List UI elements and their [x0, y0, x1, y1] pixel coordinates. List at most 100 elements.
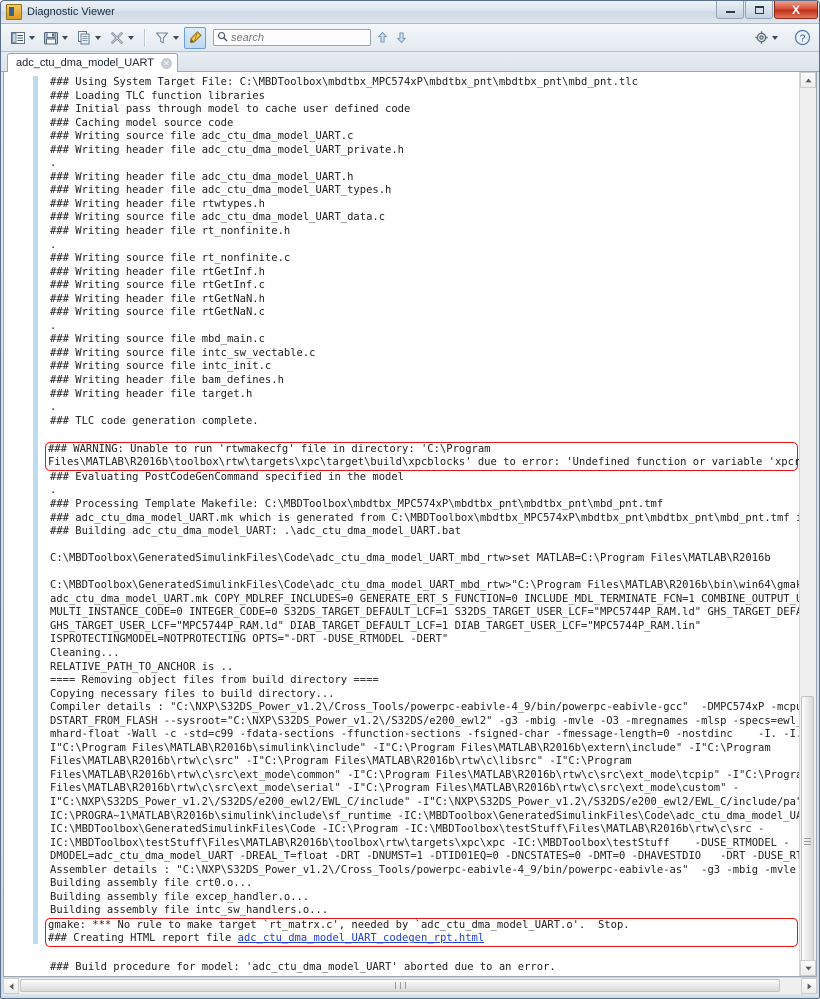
scroll-left-button[interactable] — [3, 978, 19, 994]
log-line: ### adc_ctu_dma_model_UART.mk which is g… — [50, 511, 799, 524]
vertical-scrollbar[interactable] — [799, 72, 816, 976]
log-line: ### Writing header file rt_nonfinite.h — [50, 225, 291, 238]
log-scroll-area[interactable]: ### Using System Target File: C:\MBDTool… — [4, 72, 799, 976]
report-line-prefix: ### Creating HTML report file — [48, 932, 238, 945]
log-line: DSTART_FROM_FLASH --sysroot="C:\NXP\S32D… — [50, 714, 799, 727]
help-button[interactable]: ? — [791, 27, 813, 49]
log-line: IC:\MBDToolbox\testStuff\Files\MATLAB\R2… — [50, 836, 790, 849]
close-button[interactable]: X — [774, 1, 818, 19]
window-controls: X — [715, 1, 818, 19]
log-line: ### Writing source file rtGetInf.c — [50, 279, 265, 292]
log-line: Cleaning... — [50, 646, 120, 659]
tab-strip: adc_ctu_dma_model_UART ✕ — [1, 52, 819, 72]
log-line: ### Caching model source code — [50, 116, 234, 129]
settings-button[interactable] — [750, 27, 783, 49]
log-line: Compiler details : "C:\NXP\S32DS_Power_v… — [50, 701, 799, 714]
log-line: ### Using System Target File: C:\MBDTool… — [50, 76, 638, 88]
log-line: C:\MBDToolbox\GeneratedSimulinkFiles\Cod… — [50, 579, 799, 592]
log-line: Building assembly file crt0.o... — [50, 877, 253, 890]
chevron-down-icon[interactable] — [62, 35, 68, 40]
search-next-button[interactable] — [393, 29, 409, 47]
horizontal-scrollbar[interactable] — [3, 977, 817, 994]
chevron-down-icon[interactable] — [173, 35, 179, 40]
log-line: ### Writing header file target.h — [50, 387, 253, 400]
scroll-grip-icon — [804, 836, 811, 847]
save-log-button[interactable] — [40, 27, 73, 49]
log-line: Copying necessary files to build directo… — [50, 687, 335, 700]
log-line: ### Writing source file intc_sw_vectable… — [50, 346, 316, 359]
log-line: ### Writing header file adc_ctu_dma_mode… — [50, 143, 405, 156]
maximize-icon — [754, 5, 764, 14]
log-line: ### Building adc_ctu_dma_model_UART: .\a… — [50, 525, 461, 538]
log-line: ### WARNING: Unable to run 'rtwmakecfg' … — [48, 442, 491, 455]
log-line: ### Writing header file rtGetNaN.h — [50, 292, 265, 305]
log-line: MULTI_INSTANCE_CODE=0 INTEGER_CODE=0 S32… — [50, 606, 799, 619]
log-line: I"C:\Program Files\MATLAB\R2016b\simulin… — [50, 741, 771, 754]
chevron-down-icon[interactable] — [29, 35, 35, 40]
log-line: Files\MATLAB\R2016b\rtw\c\src\ext_mode\c… — [50, 768, 799, 781]
search-input[interactable] — [231, 31, 367, 44]
highlight-pen-icon — [186, 29, 204, 47]
log-line: ### Writing source file adc_ctu_dma_mode… — [50, 130, 354, 143]
highlight-button[interactable] — [184, 26, 206, 49]
minimize-button[interactable] — [716, 1, 744, 19]
close-icon[interactable]: ✕ — [160, 57, 172, 69]
log-panel: ### Using System Target File: C:\MBDTool… — [3, 72, 817, 977]
codegen-report-link[interactable]: adc_ctu_dma_model_UART_codegen_rpt.html — [238, 932, 485, 944]
log-line: C:\MBDToolbox\GeneratedSimulinkFiles\Cod… — [50, 552, 771, 565]
build-log-text: ### Using System Target File: C:\MBDTool… — [4, 72, 799, 976]
funnel-icon — [153, 29, 171, 47]
log-line: ### Initial pass through model to cache … — [50, 103, 411, 116]
status-bar — [1, 994, 819, 998]
log-line: Building assembly file intc_sw_handlers.… — [50, 904, 329, 917]
log-line: ### Writing header file rtwtypes.h — [50, 197, 265, 210]
search-box[interactable] — [213, 29, 371, 46]
log-line: ==== Removing object files from build di… — [50, 674, 379, 687]
log-line: . — [50, 401, 57, 414]
log-line: ### Writing header file adc_ctu_dma_mode… — [50, 184, 392, 197]
chevron-down-icon[interactable] — [128, 35, 134, 40]
toolbar-separator — [144, 28, 146, 47]
log-line: IC:\PROGRA~1\MATLAB\R2016b\simulink\incl… — [50, 809, 799, 822]
tab-adc-ctu-dma-model-uart[interactable]: adc_ctu_dma_model_UART ✕ — [7, 53, 178, 72]
warning-highlight-box: ### WARNING: Unable to run 'rtwmakecfg' … — [45, 441, 799, 471]
log-line: ### Writing header file rtGetInf.h — [50, 265, 265, 278]
log-line: Files\MATLAB\R2016b\rtw\c\src" -I"C:\Pro… — [50, 755, 632, 768]
copy-button[interactable] — [73, 27, 106, 49]
log-line: gmake: *** No rule to make target `rt_ma… — [48, 918, 630, 931]
list-icon — [9, 29, 27, 47]
log-line: ### Creating HTML report file adc_ctu_dm… — [48, 932, 794, 946]
log-line: . — [50, 238, 57, 251]
toolbar: ? — [1, 24, 819, 52]
log-line: ### Writing header file bam_defines.h — [50, 374, 284, 387]
log-line: ### Build procedure for model: 'adc_ctu_… — [50, 960, 556, 973]
log-line: . — [50, 319, 57, 332]
clear-messages-button[interactable] — [106, 27, 139, 49]
log-line: Files\MATLAB\R2016b\toolbox\rtw\targets\… — [48, 456, 799, 469]
maximize-button[interactable] — [745, 1, 773, 19]
vertical-scroll-thumb[interactable] — [801, 696, 814, 976]
chevron-down-icon[interactable] — [95, 35, 101, 40]
log-line: Building assembly file excep_handler.o..… — [50, 890, 310, 903]
log-line: ### Writing source file rtGetNaN.c — [50, 306, 265, 319]
chevron-down-icon[interactable] — [772, 35, 778, 40]
scroll-down-button[interactable] — [800, 960, 816, 976]
scroll-right-button[interactable] — [801, 978, 817, 994]
log-line: ### Writing source file rt_nonfinite.c — [50, 252, 291, 265]
tab-label: adc_ctu_dma_model_UART — [16, 57, 154, 69]
show-messages-button[interactable] — [7, 27, 40, 49]
log-line: I"C:\NXP\S32DS_Power_v1.2\/S32DS/e200_ew… — [50, 795, 799, 808]
log-line: ### Processing Template Makefile: C:\MBD… — [50, 497, 664, 510]
minimize-icon — [725, 11, 735, 13]
scroll-up-button[interactable] — [800, 72, 816, 88]
title-bar: Diagnostic Viewer X — [1, 1, 819, 24]
scroll-grip-icon — [393, 982, 408, 989]
search-prev-button[interactable] — [374, 29, 390, 47]
filter-button[interactable] — [151, 27, 184, 49]
horizontal-scroll-thumb[interactable] — [20, 979, 780, 992]
gear-icon — [752, 29, 770, 47]
